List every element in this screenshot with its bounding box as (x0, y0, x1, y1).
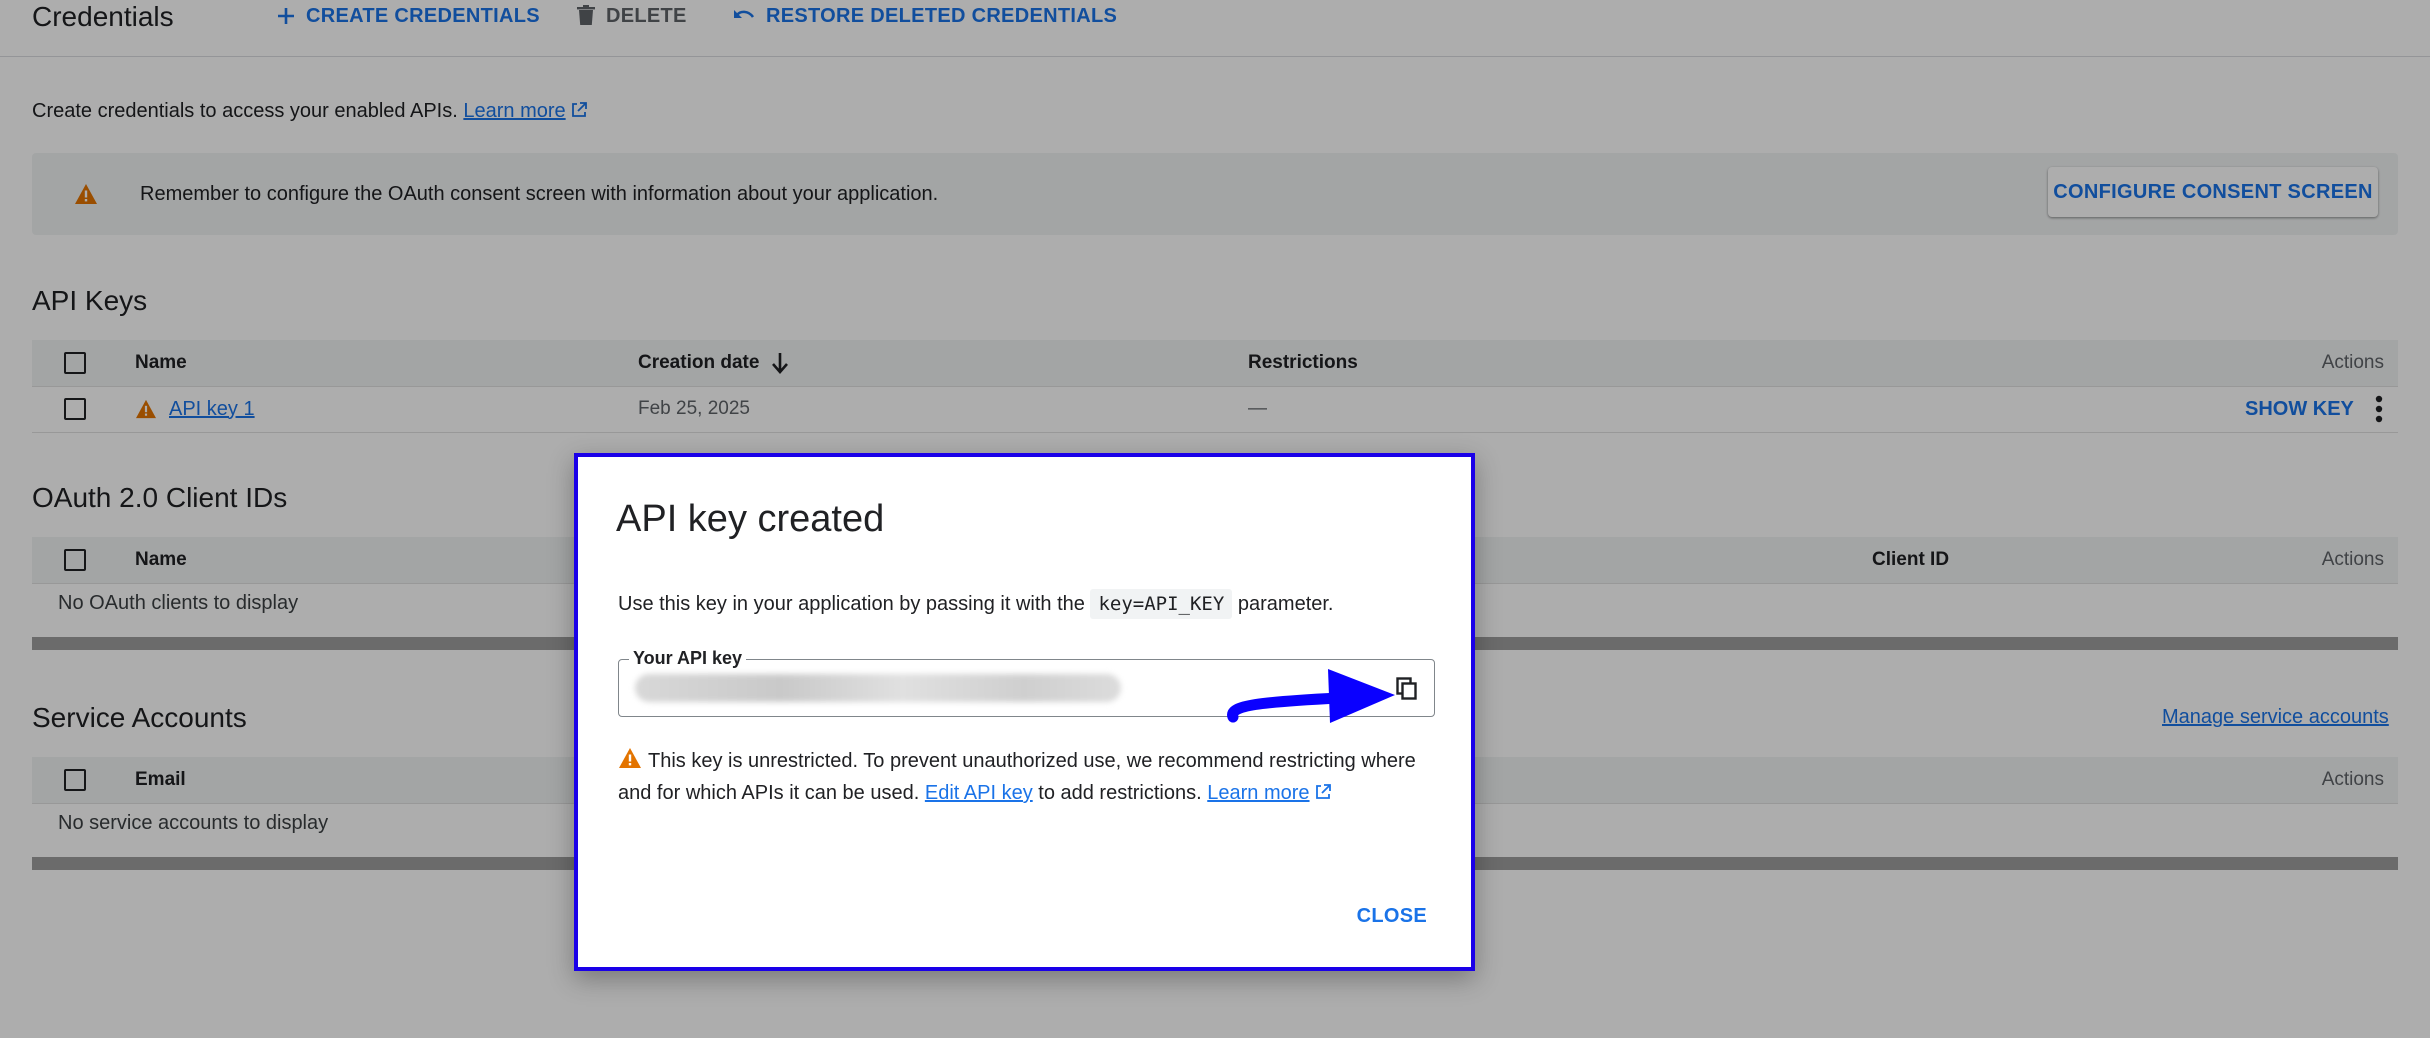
learn-more-link[interactable]: Learn more (1207, 782, 1331, 804)
api-key-value-redacted (635, 674, 1121, 702)
key-parameter-code: key=API_KEY (1090, 589, 1233, 619)
api-key-field-label: Your API key (629, 648, 747, 669)
dialog-description-suffix: parameter. (1237, 593, 1334, 615)
external-link-icon (1315, 784, 1331, 799)
warning-suffix: to add restrictions. (1038, 782, 1202, 804)
dialog-description-text: Use this key in your application by pass… (618, 593, 1085, 615)
api-key-created-dialog: API key created Use this key in your app… (574, 453, 1475, 971)
annotation-arrow-icon (1227, 669, 1395, 723)
edit-api-key-link[interactable]: Edit API key (925, 782, 1033, 804)
unrestricted-key-warning: This key is unrestricted. To prevent una… (618, 745, 1438, 809)
dialog-description: Use this key in your application by pass… (618, 587, 1333, 621)
warning-icon (619, 748, 641, 768)
learn-more-label: Learn more (1207, 782, 1310, 804)
close-button[interactable]: CLOSE (1357, 905, 1427, 928)
dialog-title: API key created (616, 498, 885, 540)
